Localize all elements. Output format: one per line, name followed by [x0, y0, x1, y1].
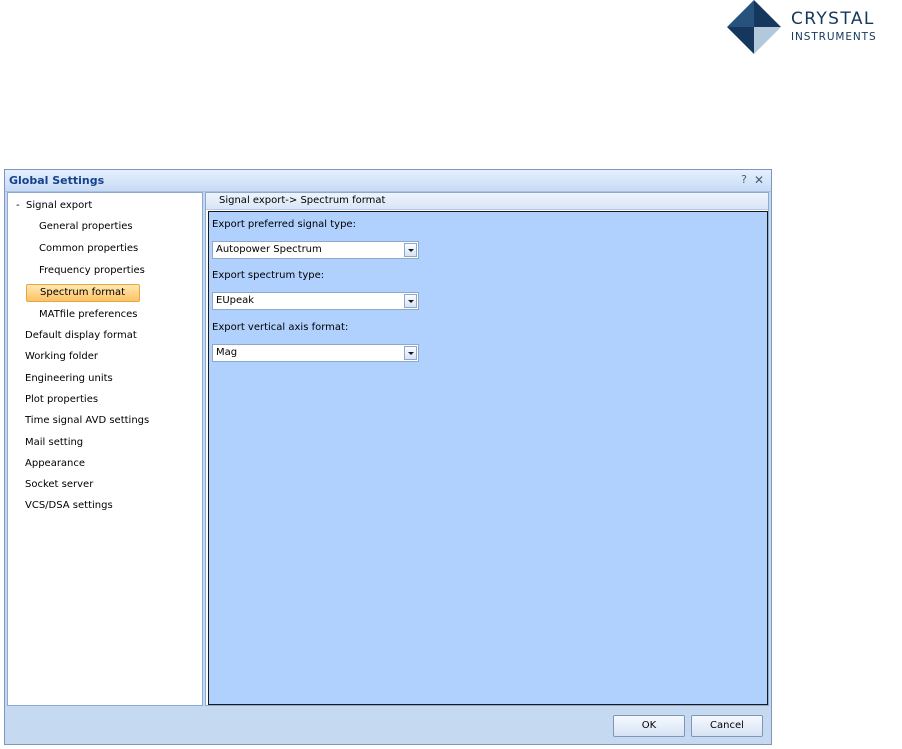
signal-type-dropdown[interactable]: Autopower Spectrum	[212, 241, 419, 259]
global-settings-dialog: Global Settings ? ✕ - Signal export Gene…	[4, 169, 772, 745]
spectrum-type-value: EUpeak	[216, 295, 255, 306]
nav-item-general-properties[interactable]: General properties	[39, 220, 133, 234]
chevron-down-icon[interactable]	[404, 294, 417, 308]
signal-type-value: Autopower Spectrum	[216, 244, 322, 255]
nav-item-plot-properties[interactable]: Plot properties	[25, 393, 98, 407]
nav-item-working-folder[interactable]: Working folder	[25, 350, 98, 364]
nav-item-signal-export[interactable]: Signal export	[26, 199, 92, 213]
signal-type-label: Export preferred signal type:	[212, 219, 356, 230]
nav-item-engineering-units[interactable]: Engineering units	[25, 372, 113, 386]
spectrum-type-dropdown[interactable]: EUpeak	[212, 292, 419, 310]
chevron-down-icon[interactable]	[404, 243, 417, 257]
nav-item-matfile-preferences[interactable]: MATfile preferences	[39, 308, 138, 322]
collapse-toggle-icon[interactable]: -	[16, 199, 20, 213]
chevron-down-icon[interactable]	[404, 346, 417, 360]
settings-nav-tree: - Signal export General properties Commo…	[7, 192, 203, 706]
dialog-titlebar: Global Settings ? ✕	[5, 170, 771, 192]
cancel-button[interactable]: Cancel	[691, 715, 763, 737]
dialog-title: Global Settings	[9, 174, 105, 187]
nav-item-mail-setting[interactable]: Mail setting	[25, 436, 83, 450]
logo-text-crystal: CRYSTAL	[791, 9, 875, 29]
panel-body: Export preferred signal type: Autopower …	[208, 211, 768, 705]
nav-item-appearance[interactable]: Appearance	[25, 457, 85, 471]
vertical-axis-format-value: Mag	[216, 347, 238, 358]
crystal-instruments-logo: CRYSTAL INSTRUMENTS	[724, 0, 902, 56]
diamond-logo-icon	[727, 0, 781, 54]
nav-item-frequency-properties[interactable]: Frequency properties	[39, 264, 145, 278]
logo-text-instruments: INSTRUMENTS	[791, 31, 877, 43]
nav-item-spectrum-format[interactable]: Spectrum format	[26, 284, 140, 302]
spectrum-type-label: Export spectrum type:	[212, 270, 325, 281]
nav-item-vcs-dsa-settings[interactable]: VCS/DSA settings	[25, 499, 113, 513]
nav-item-socket-server[interactable]: Socket server	[25, 478, 93, 492]
nav-item-common-properties[interactable]: Common properties	[39, 242, 138, 256]
settings-panel: Signal export-> Spectrum format Export p…	[205, 192, 769, 706]
vertical-axis-format-label: Export vertical axis format:	[212, 322, 349, 333]
nav-item-time-signal-avd-settings[interactable]: Time signal AVD settings	[25, 414, 149, 428]
close-icon[interactable]: ✕	[754, 173, 764, 187]
vertical-axis-format-dropdown[interactable]: Mag	[212, 344, 419, 362]
ok-button[interactable]: OK	[613, 715, 685, 737]
help-icon[interactable]: ?	[741, 173, 747, 186]
panel-breadcrumb: Signal export-> Spectrum format	[206, 193, 768, 210]
nav-item-default-display-format[interactable]: Default display format	[25, 329, 137, 343]
